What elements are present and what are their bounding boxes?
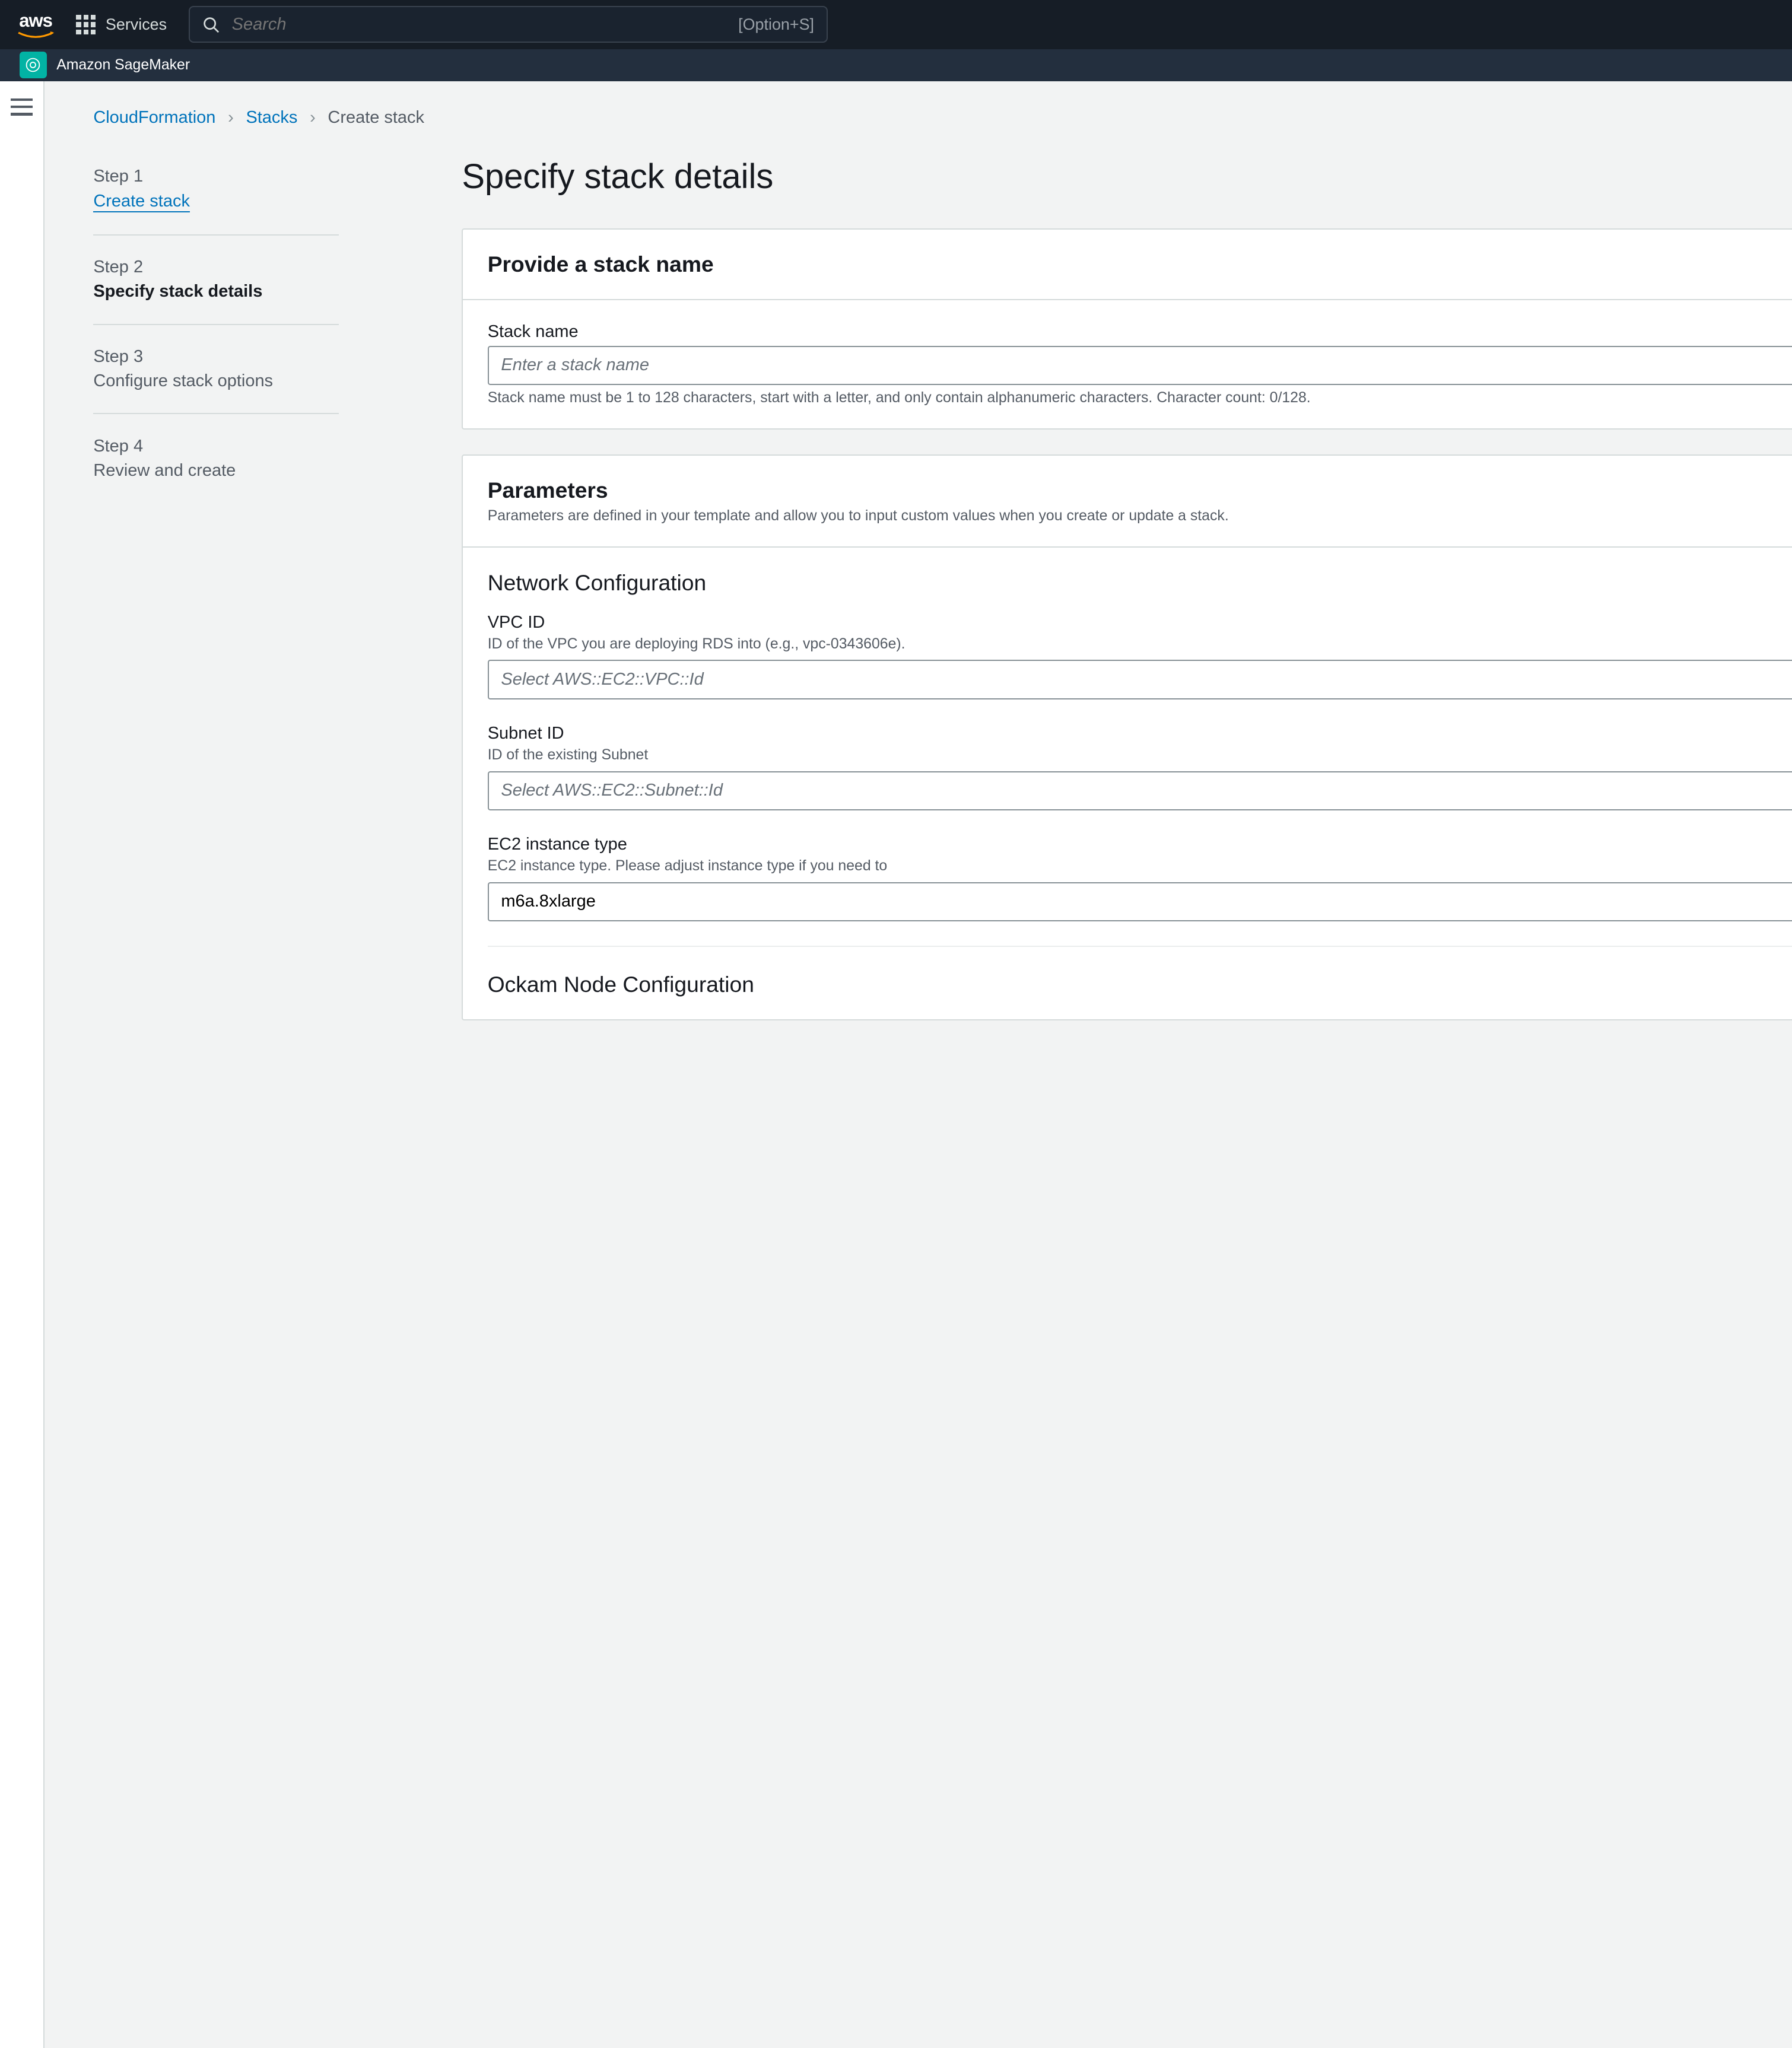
wizard-step-3: Step 3 Configure stack options [93, 324, 339, 414]
stack-name-label: Stack name [488, 322, 1792, 342]
vpc-id-field: VPC ID ID of the VPC you are deploying R… [488, 613, 1792, 699]
step-2-title: Specify stack details [93, 282, 339, 301]
wizard-step-2: Step 2 Specify stack details [93, 234, 339, 324]
hamburger-icon [11, 98, 33, 116]
section-network-config: Network Configuration [488, 570, 1792, 596]
top-nav: aws Services [Option+S] N. California [0, 0, 1792, 49]
vpc-id-select[interactable]: Select AWS::EC2::VPC::Id [488, 660, 1792, 699]
subnet-id-select[interactable]: Select AWS::EC2::Subnet::Id [488, 771, 1792, 810]
step-4-title: Review and create [93, 461, 339, 481]
ec2-type-label: EC2 instance type [488, 835, 1792, 854]
vpc-id-label: VPC ID [488, 613, 1792, 632]
aws-logo[interactable]: aws [17, 10, 54, 39]
services-menu-button[interactable]: Services [76, 15, 167, 34]
wizard-step-1[interactable]: Step 1 Create stack [93, 157, 339, 234]
chevron-right-icon: › [310, 108, 316, 128]
stack-name-panel: Provide a stack name Stack name Stack na… [462, 228, 1792, 430]
grid-icon [76, 15, 96, 34]
subnet-id-label: Subnet ID [488, 724, 1792, 743]
parameters-subtext: Parameters are defined in your template … [488, 508, 1792, 524]
breadcrumb: CloudFormation › Stacks › Create stack [93, 108, 1792, 128]
search-input[interactable] [232, 15, 726, 34]
ec2-instance-type-field: EC2 instance type EC2 instance type. Ple… [488, 835, 1792, 921]
nav-drawer-toggle[interactable] [0, 81, 45, 2048]
ec2-type-desc: EC2 instance type. Please adjust instanc… [488, 858, 1792, 874]
service-bar: Amazon SageMaker [0, 49, 1792, 81]
search-shortcut-label: [Option+S] [738, 15, 814, 34]
subnet-id-field: Subnet ID ID of the existing Subnet Sele… [488, 724, 1792, 810]
breadcrumb-current: Create stack [328, 108, 424, 128]
wizard-steps: Step 1 Create stack Step 2 Specify stack… [93, 157, 339, 1045]
services-label: Services [106, 15, 167, 34]
global-search[interactable]: [Option+S] [189, 6, 827, 43]
parameters-panel: Parameters Parameters are defined in you… [462, 454, 1792, 1020]
service-name[interactable]: Amazon SageMaker [56, 57, 190, 74]
chevron-right-icon: › [228, 108, 234, 128]
step-1-link[interactable]: Create stack [93, 192, 190, 212]
subnet-id-desc: ID of the existing Subnet [488, 747, 1792, 764]
vpc-id-desc: ID of the VPC you are deploying RDS into… [488, 636, 1792, 653]
stack-name-input[interactable] [488, 346, 1792, 385]
breadcrumb-stacks[interactable]: Stacks [246, 108, 297, 128]
ec2-type-input[interactable] [488, 882, 1792, 921]
sagemaker-icon[interactable] [20, 52, 47, 79]
stack-name-header: Provide a stack name [488, 252, 1792, 277]
search-icon [202, 16, 220, 33]
section-ockam-node-config: Ockam Node Configuration [488, 946, 1792, 997]
stack-name-hint: Stack name must be 1 to 128 characters, … [488, 390, 1792, 406]
page-title: Specify stack details [462, 157, 1792, 196]
breadcrumb-cloudformation[interactable]: CloudFormation [93, 108, 215, 128]
wizard-step-4: Step 4 Review and create [93, 413, 339, 503]
parameters-header: Parameters [488, 478, 1792, 503]
step-3-title: Configure stack options [93, 371, 339, 391]
